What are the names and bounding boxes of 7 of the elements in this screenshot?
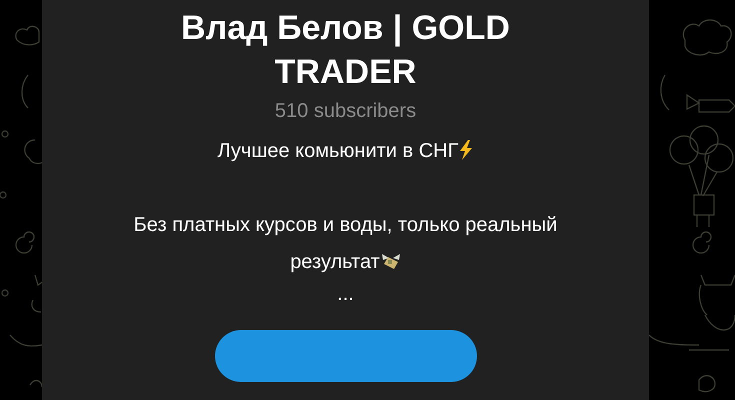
channel-title: Влад Белов | GOLD TRADER	[180, 8, 511, 93]
subscriber-count: 510 subscribers	[274, 99, 416, 124]
description-text: Лучшее комьюнити в СНГ	[218, 133, 474, 170]
description-text: ...	[337, 282, 354, 307]
description-text: Без платных курсов и воды, только реальный результат	[132, 213, 558, 275]
view-in-telegram-button[interactable]	[214, 330, 476, 382]
lightning-icon	[459, 140, 474, 160]
